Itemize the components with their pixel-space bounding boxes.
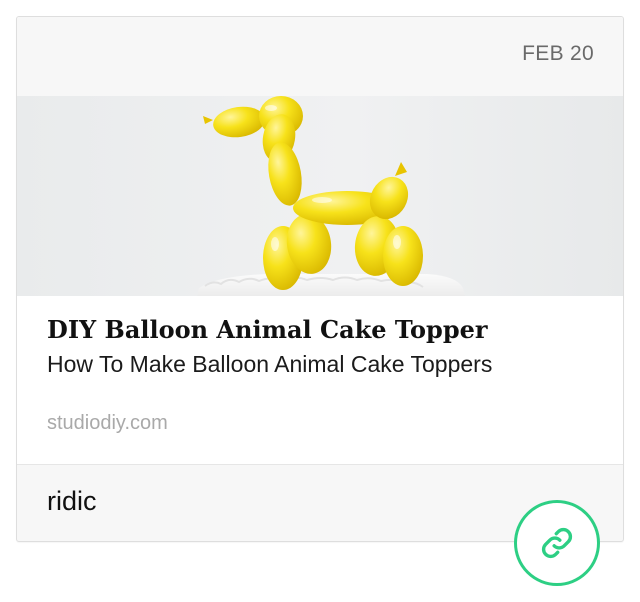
preview-description: How To Make Balloon Animal Cake Toppers (47, 351, 493, 377)
balloon-dog-cake-topper-image (197, 96, 465, 296)
card-note: ridic (47, 486, 97, 516)
card-header: FEB 20 (17, 17, 623, 95)
link-preview[interactable]: DIY Balloon Animal Cake Topper How To Ma… (17, 96, 623, 465)
preview-body: DIY Balloon Animal Cake Topper How To Ma… (47, 314, 607, 436)
card-date: FEB 20 (522, 42, 594, 65)
preview-title[interactable]: DIY Balloon Animal Cake Topper (47, 314, 607, 346)
bookmark-card[interactable]: FEB 20 DIY Balloon Animal Cake Topper Ho… (16, 16, 624, 542)
preview-image (17, 96, 623, 296)
link-icon (541, 527, 573, 559)
copy-link-button[interactable] (514, 500, 600, 586)
preview-domain: studiodiy.com (47, 412, 168, 434)
